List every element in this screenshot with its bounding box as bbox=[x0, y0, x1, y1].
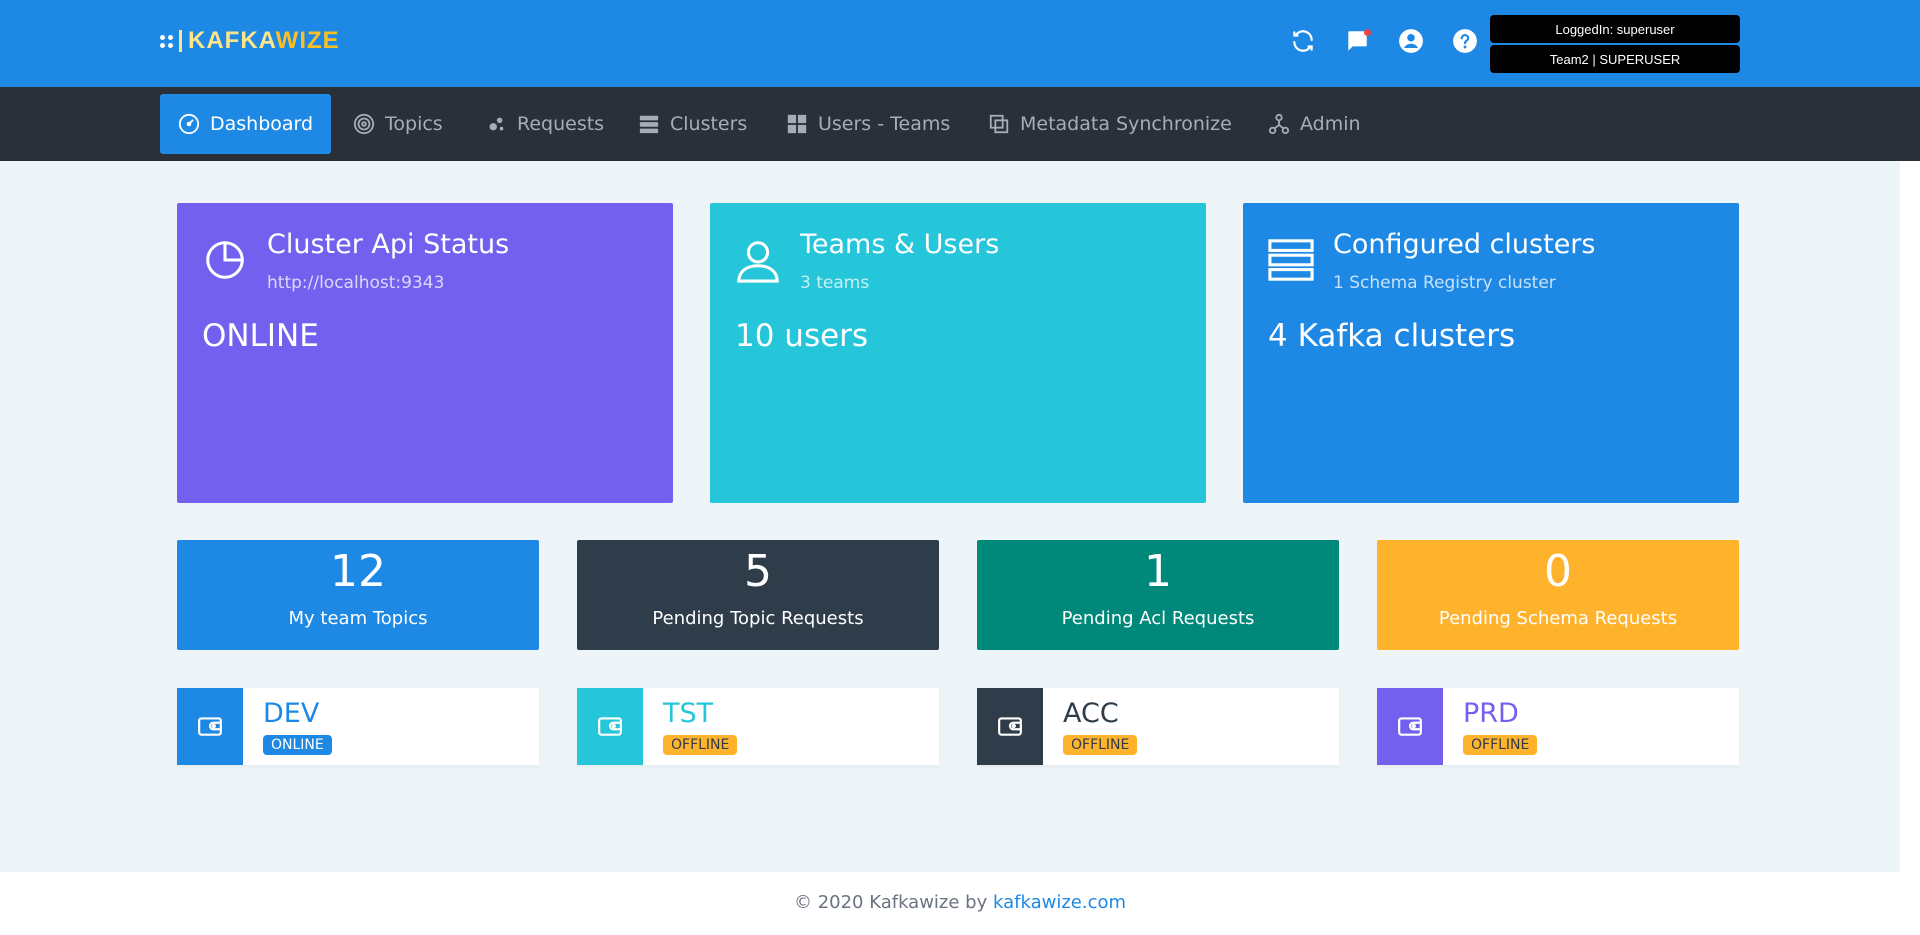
nav-requests[interactable]: Requests bbox=[467, 94, 622, 154]
footer: © 2020 Kafkawize by kafkawize.com bbox=[0, 892, 1920, 913]
card-subtitle: 1 Schema Registry cluster bbox=[1333, 273, 1556, 293]
nav-label: Clusters bbox=[670, 113, 748, 135]
main-navbar: Dashboard Topics Requests Clusters Users… bbox=[0, 87, 1920, 161]
stat-label: Pending Schema Requests bbox=[1438, 608, 1678, 629]
target-icon bbox=[353, 113, 375, 135]
wallet-icon bbox=[198, 717, 222, 736]
stat-label: Pending Acl Requests bbox=[1061, 608, 1255, 629]
card-title: Teams & Users bbox=[800, 229, 1000, 260]
nav-label: Requests bbox=[517, 113, 605, 135]
user-profile-icon[interactable] bbox=[1398, 28, 1424, 54]
admin-icon bbox=[1268, 113, 1290, 135]
configured-clusters-card: Configured clusters 1 Schema Registry cl… bbox=[1243, 203, 1739, 503]
notification-dot bbox=[1364, 29, 1371, 36]
card-subtitle: 3 teams bbox=[800, 273, 870, 293]
nav-metadata-synchronize[interactable]: Metadata Synchronize bbox=[970, 94, 1250, 154]
nav-label: Metadata Synchronize bbox=[1020, 113, 1232, 135]
nav-label: Admin bbox=[1300, 113, 1361, 135]
card-value: 4 Kafka clusters bbox=[1268, 318, 1516, 354]
env-status-badge: OFFLINE bbox=[1463, 735, 1538, 755]
requests-icon bbox=[489, 117, 504, 131]
dashboard-icon bbox=[178, 113, 200, 135]
card-subtitle: http://localhost:9343 bbox=[267, 273, 445, 293]
stat-label: My team Topics bbox=[288, 608, 428, 629]
env-card-tst[interactable]: TST OFFLINE bbox=[577, 688, 939, 765]
refresh-icon[interactable] bbox=[1290, 28, 1316, 54]
stat-number: 12 bbox=[330, 546, 386, 597]
env-status-badge: OFFLINE bbox=[663, 735, 738, 755]
nav-admin[interactable]: Admin bbox=[1250, 94, 1379, 154]
my-team-topics-card[interactable]: 12 My team Topics bbox=[177, 540, 539, 650]
stat-number: 0 bbox=[1544, 546, 1572, 597]
pending-acl-requests-card[interactable]: 1 Pending Acl Requests bbox=[977, 540, 1339, 650]
brand-name-part2: WIZE bbox=[275, 27, 340, 54]
stat-label: Pending Topic Requests bbox=[652, 608, 864, 629]
nav-users-teams[interactable]: Users - Teams bbox=[768, 94, 968, 154]
brand-name-part1: KAFKA bbox=[188, 27, 276, 54]
footer-link[interactable]: kafkawize.com bbox=[993, 892, 1126, 913]
wallet-icon bbox=[1398, 717, 1422, 736]
env-card-acc[interactable]: ACC OFFLINE bbox=[977, 688, 1339, 765]
card-value: ONLINE bbox=[202, 318, 319, 354]
teams-users-card: Teams & Users 3 teams 10 users bbox=[710, 203, 1206, 503]
nav-label: Dashboard bbox=[210, 113, 314, 135]
pie-chart-icon bbox=[202, 237, 248, 283]
server-icon bbox=[639, 115, 659, 134]
nav-dashboard[interactable]: Dashboard bbox=[160, 94, 332, 154]
logged-in-user-badge: LoggedIn: superuser bbox=[1490, 15, 1740, 43]
stat-number: 5 bbox=[744, 546, 772, 597]
env-status-badge: OFFLINE bbox=[1063, 735, 1138, 755]
copy-icon bbox=[989, 114, 1009, 134]
card-value: 10 users bbox=[735, 318, 869, 354]
env-name: PRD bbox=[1463, 698, 1519, 729]
footer-text: © 2020 Kafkawize by bbox=[793, 892, 993, 913]
server-stack-icon bbox=[1268, 237, 1314, 283]
chat-notification-icon[interactable] bbox=[1344, 28, 1371, 54]
help-icon[interactable] bbox=[1452, 28, 1478, 54]
users-teams-icon bbox=[787, 114, 807, 134]
env-card-dev[interactable]: DEV ONLINE bbox=[177, 688, 539, 765]
nav-label: Topics bbox=[385, 113, 443, 135]
env-name: TST bbox=[663, 698, 714, 729]
nav-label: Users - Teams bbox=[818, 113, 951, 135]
env-name: DEV bbox=[263, 698, 320, 729]
top-header: KAFKAWIZE LoggedIn: superuser Team2 | SU… bbox=[0, 0, 1920, 87]
stat-number: 1 bbox=[1144, 546, 1172, 597]
nav-topics[interactable]: Topics bbox=[335, 94, 461, 154]
logo-dots-icon bbox=[160, 34, 173, 48]
card-title: Configured clusters bbox=[1333, 229, 1596, 260]
nav-clusters[interactable]: Clusters bbox=[620, 94, 765, 154]
wallet-icon bbox=[598, 717, 622, 736]
user-outline-icon bbox=[735, 237, 781, 283]
pending-schema-requests-card[interactable]: 0 Pending Schema Requests bbox=[1377, 540, 1739, 650]
team-role-badge: Team2 | SUPERUSER bbox=[1490, 45, 1740, 73]
pending-topic-requests-card[interactable]: 5 Pending Topic Requests bbox=[577, 540, 939, 650]
brand-logo[interactable]: KAFKAWIZE bbox=[160, 27, 340, 54]
env-card-prd[interactable]: PRD OFFLINE bbox=[1377, 688, 1739, 765]
card-title: Cluster Api Status bbox=[267, 229, 510, 260]
wallet-icon bbox=[998, 717, 1022, 736]
env-name: ACC bbox=[1063, 698, 1119, 729]
cluster-api-status-card: Cluster Api Status http://localhost:9343… bbox=[177, 203, 673, 503]
env-status-badge: ONLINE bbox=[263, 735, 332, 755]
